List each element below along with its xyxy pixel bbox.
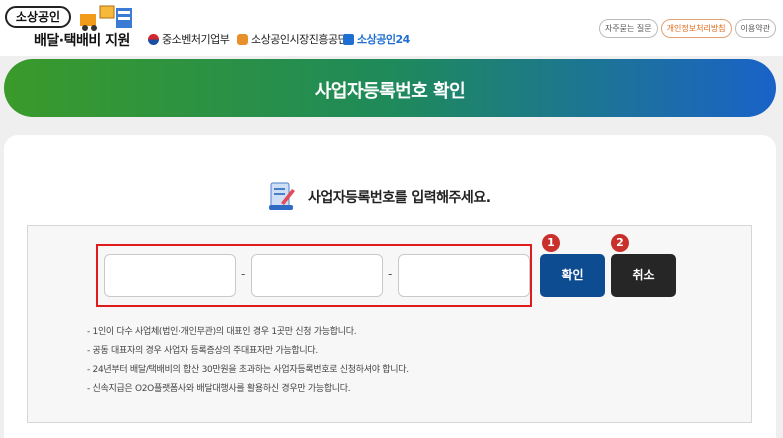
step-badge-2: 2 [611, 234, 629, 252]
document-pen-icon [269, 182, 295, 210]
title-banner: 사업자등록번호 확인 [4, 59, 776, 117]
notice-item: 1인이 다수 사업체(법인·개인무관)의 대표인 경우 1곳만 신청 가능합니다… [87, 323, 409, 342]
business-number-part1-input[interactable] [104, 254, 236, 297]
agency-mss[interactable]: 중소벤처기업부 [148, 31, 230, 47]
semas-logo-icon [237, 33, 248, 45]
business-number-part3-input[interactable] [398, 254, 530, 297]
business-number-part2-input[interactable] [251, 254, 383, 297]
delivery-truck-icon [80, 5, 132, 31]
page-title: 사업자등록번호 확인 [314, 81, 466, 102]
notice-list: 1인이 다수 사업체(법인·개인무관)의 대표인 경우 1곳만 신청 가능합니다… [87, 323, 410, 399]
notice-item: 공동 대표자의 경우 사업자 등록증상의 주대표자만 가능합니다. [87, 342, 409, 361]
separator-dash: - [388, 267, 393, 281]
agency-semas-label: 소상공인시장진흥공단 [251, 33, 348, 46]
taegeuk-icon [148, 33, 159, 45]
logo-subtitle: 배달·택배비 지원 [34, 33, 130, 49]
agency-sbiz24[interactable]: 소상공인24 [343, 31, 410, 47]
agency-sbiz24-label: 소상공인24 [357, 33, 410, 46]
sbiz24-logo-icon [343, 33, 354, 45]
top-links: 자주묻는 질문 개인정보처리방침 이용약관 [598, 19, 776, 38]
notice-item: 신속지급은 O2O플랫폼사와 배달대행사를 활용하신 경우만 가능합니다. [87, 380, 409, 399]
notice-item: 24년부터 배달/택배비의 합산 30만원을 초과하는 사업자등록번호로 신청하… [87, 361, 410, 380]
step-badge-1: 1 [542, 234, 560, 252]
logo-badge[interactable]: 소상공인 [5, 6, 71, 28]
site-header: 소상공인 배달·택배비 지원 중소벤처기업부 소상공인시장진흥공단 소상공인24… [0, 0, 783, 56]
cancel-button[interactable]: 취소 [611, 254, 676, 297]
terms-link[interactable]: 이용약관 [734, 19, 776, 38]
agency-semas[interactable]: 소상공인시장진흥공단 [237, 31, 348, 47]
separator-dash: - [241, 267, 246, 281]
privacy-link[interactable]: 개인정보처리방침 [660, 19, 732, 38]
agency-mss-label: 중소벤처기업부 [162, 33, 230, 46]
input-prompt: 사업자등록번호를 입력해주세요. [308, 190, 491, 206]
faq-link[interactable]: 자주묻는 질문 [598, 19, 658, 38]
confirm-button[interactable]: 확인 [540, 254, 605, 297]
